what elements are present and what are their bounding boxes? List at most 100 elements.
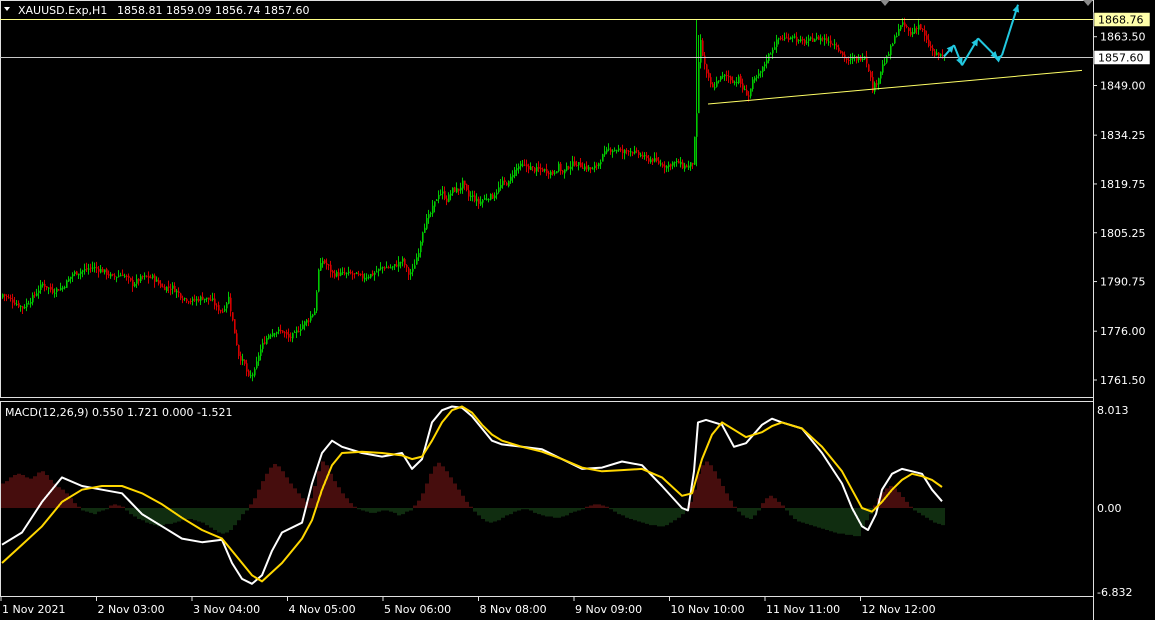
candle-body <box>738 76 740 84</box>
candle-body <box>684 165 686 169</box>
candle-body <box>132 279 134 287</box>
candle-body <box>258 355 260 361</box>
candle-body <box>192 298 194 301</box>
candle-body <box>546 169 548 174</box>
candle-body <box>402 258 404 262</box>
candle-body <box>36 293 38 296</box>
candle-body <box>316 292 318 311</box>
candle-body <box>142 276 144 278</box>
candle-body <box>662 164 664 167</box>
candle-body <box>40 284 42 290</box>
candle-body <box>462 180 464 189</box>
candle-body <box>32 295 34 303</box>
candle-body <box>124 275 126 277</box>
candle-body <box>46 286 48 289</box>
candle-body <box>810 37 812 39</box>
candle-body <box>64 287 66 289</box>
candle-body <box>814 39 816 42</box>
time-tick-label: 10 Nov 10:00 <box>671 603 745 616</box>
candle-body <box>304 321 306 326</box>
candle-body <box>642 155 644 158</box>
candle-body <box>160 283 162 287</box>
candle-body <box>220 310 222 312</box>
candle-body <box>700 39 702 63</box>
candle-body <box>44 284 46 287</box>
candle-body <box>652 158 654 162</box>
candle-body <box>718 80 720 82</box>
candle-body <box>586 165 588 170</box>
candle-body <box>732 80 734 83</box>
candle-body <box>52 289 54 293</box>
candle-body <box>740 75 742 84</box>
candle-body <box>470 195 472 198</box>
candle-body <box>784 37 786 39</box>
candle-body <box>394 264 396 267</box>
candle-body <box>196 298 198 301</box>
candle-body <box>656 157 658 161</box>
candle-body <box>548 172 550 175</box>
candle-body <box>110 274 112 277</box>
candle-body <box>330 264 332 272</box>
candle-body <box>492 194 494 199</box>
candle-body <box>400 262 402 264</box>
candle-body <box>352 273 354 275</box>
candle-body <box>472 195 474 197</box>
candle-body <box>76 271 78 275</box>
candle-body <box>724 74 726 77</box>
time-tick-label: 3 Nov 04:00 <box>193 603 260 616</box>
candle-body <box>94 267 96 269</box>
candle-body <box>672 162 674 166</box>
candle-body <box>490 194 492 200</box>
candle-body <box>756 76 758 78</box>
candle-body <box>824 38 826 40</box>
candle-body <box>920 24 922 29</box>
candle-body <box>558 163 560 172</box>
candle-body <box>476 198 478 202</box>
candle-body <box>56 288 58 292</box>
candle-body <box>694 136 696 165</box>
candle-body <box>286 331 288 335</box>
candle-body <box>874 83 876 92</box>
price-level-value: 1868.76 <box>1098 14 1144 27</box>
candle-body <box>16 304 18 306</box>
candle-body <box>822 38 824 40</box>
candle-body <box>282 330 284 333</box>
candle-body <box>678 161 680 164</box>
candle-body <box>378 268 380 272</box>
candle-body <box>506 182 508 186</box>
candle-body <box>426 218 428 229</box>
candle-body <box>186 298 188 302</box>
candle-body <box>792 36 794 38</box>
candle-body <box>938 52 940 56</box>
macd-tick-label: 0.00 <box>1097 502 1122 515</box>
candle-body <box>928 39 930 46</box>
candle-body <box>240 355 242 361</box>
candle-body <box>26 303 28 308</box>
trading-chart[interactable]: 1868.76 1857.60 1863.50 1849.00 1834.25 1819… <box>0 0 1155 620</box>
candle-body <box>564 169 566 174</box>
candle-body <box>292 333 294 339</box>
candle-body <box>840 50 842 54</box>
candle-body <box>416 257 418 265</box>
candle-body <box>888 54 890 56</box>
candle-body <box>674 162 676 164</box>
candle-body <box>168 286 170 288</box>
candle-body <box>668 164 670 167</box>
candle-body <box>210 299 212 301</box>
candle-body <box>206 297 208 300</box>
candle-body <box>556 171 558 174</box>
candle-body <box>310 315 312 321</box>
candle-body <box>876 83 878 85</box>
candle-body <box>404 259 406 266</box>
candle-body <box>60 287 62 290</box>
candle-body <box>444 191 446 199</box>
candle-body <box>818 36 820 40</box>
candle-body <box>626 150 628 152</box>
candle-body <box>138 278 140 282</box>
candle-body <box>682 162 684 169</box>
candle-body <box>298 331 300 333</box>
candle-body <box>204 298 206 301</box>
candle-body <box>530 166 532 171</box>
candle-body <box>562 170 564 173</box>
candle-body <box>552 170 554 174</box>
